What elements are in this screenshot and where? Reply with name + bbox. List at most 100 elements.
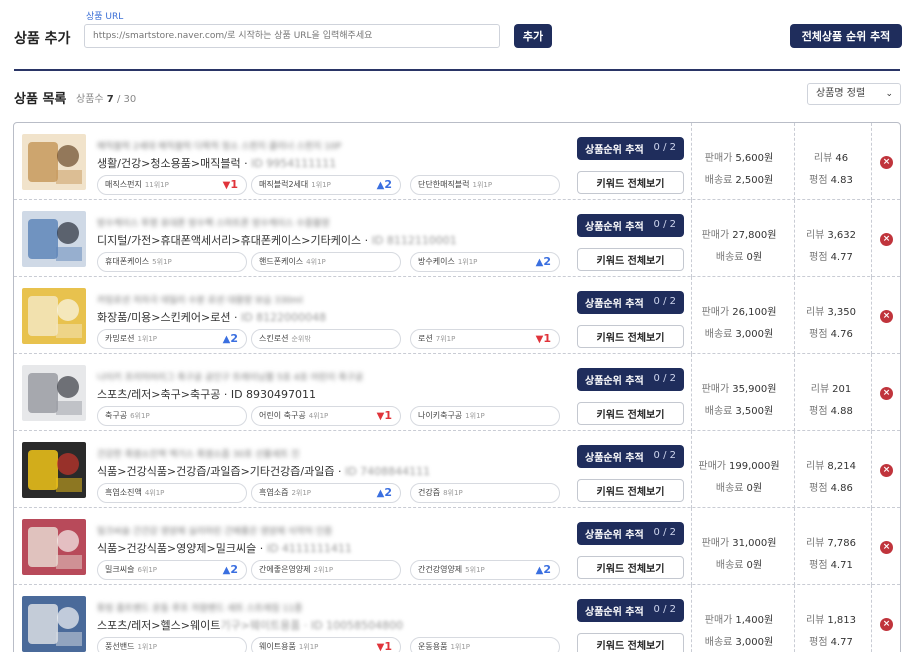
track-rank-button[interactable]: 상품순위 추적 0 / 2 — [577, 368, 684, 391]
track-rank-button[interactable]: 상품순위 추적 0 / 2 — [577, 137, 684, 160]
view-keywords-button[interactable]: 키워드 전체보기 — [577, 171, 684, 194]
track-rank-button[interactable]: 상품순위 추적 0 / 2 — [577, 291, 684, 314]
keyword-rank: 5위1P — [465, 566, 485, 574]
sort-select[interactable]: 상품명 정렬 ⌄ — [807, 83, 901, 105]
rating-label: 평점 — [809, 560, 828, 571]
column-divider — [871, 200, 872, 277]
view-keywords-button[interactable]: 키워드 전체보기 — [577, 479, 684, 502]
product-thumbnail[interactable] — [22, 365, 86, 421]
product-name[interactable]: 튜빙 홈트밴드 운동 루프 저항밴드 세트 스트레칭 11종 — [97, 601, 497, 613]
add-product-section: 상품 추가 상품 URL 추가 전체상품 순위 추적 — [0, 0, 908, 70]
keyword-name: 나이키축구공 — [418, 411, 463, 420]
shipping-value: 2,500원 — [735, 175, 774, 186]
sale-price: 판매가 31,000원 — [696, 534, 782, 549]
product-name[interactable]: 매직블럭 2세대 매직블럭 다목적 청소 스펀지 클리너 스펀지 10P — [97, 139, 497, 151]
delete-icon[interactable]: × — [880, 464, 893, 477]
keyword-chip[interactable]: 어린이 축구공 4위1P ▼1 — [251, 406, 401, 426]
rank-change: ▼1 — [536, 330, 551, 349]
keyword-chip[interactable]: 매직스펀지 11위1P ▼1 — [97, 175, 247, 195]
product-name[interactable]: 나이키 프리미어리그 축구공 공인구 트레이닝볼 5호 4호 어린이 축구공 — [97, 370, 497, 382]
track-progress: 0 / 2 — [653, 142, 676, 153]
keyword-chip[interactable]: 운동용품 1위1P — [410, 637, 560, 652]
delete-icon[interactable]: × — [880, 156, 893, 169]
sale-price: 판매가 199,000원 — [696, 457, 782, 472]
track-rank-button[interactable]: 상품순위 추적 0 / 2 — [577, 599, 684, 622]
product-row: 방수케이스 투명 휴대폰 방수팩 스마트폰 방수케이스 수중촬영 디지털/가전>휴… — [14, 200, 900, 277]
rating: 평점 4.86 — [796, 479, 866, 494]
track-rank-button[interactable]: 상품순위 추적 0 / 2 — [577, 214, 684, 237]
product-thumbnail[interactable] — [22, 288, 86, 344]
keyword-chip[interactable]: 건강즙 8위1P — [410, 483, 560, 503]
sale-price: 판매가 1,400원 — [696, 611, 782, 626]
review-label: 리뷰 — [805, 230, 825, 241]
review-count: 리뷰 1,813 — [796, 611, 866, 626]
view-keywords-button[interactable]: 키워드 전체보기 — [577, 556, 684, 579]
view-keywords-button[interactable]: 키워드 전체보기 — [577, 325, 684, 348]
keyword-chip[interactable]: 간에좋은영양제 2위1P — [251, 560, 401, 580]
view-keywords-button[interactable]: 키워드 전체보기 — [577, 402, 684, 425]
product-name[interactable]: 카밍로션 저자극 데일리 수분 로션 대용량 보습 330ml — [97, 293, 497, 305]
column-divider — [794, 508, 795, 585]
add-button[interactable]: 추가 — [514, 24, 552, 48]
product-thumbnail[interactable] — [22, 519, 86, 575]
keyword-name: 로션 — [418, 334, 433, 343]
keyword-chip[interactable]: 흑염소진액 4위1P — [97, 483, 247, 503]
delete-icon[interactable]: × — [880, 387, 893, 400]
keyword-chip[interactable]: 나이키축구공 1위1P — [410, 406, 560, 426]
keyword-chip[interactable]: 로션 7위1P ▼1 — [410, 329, 560, 349]
count-current: 7 — [106, 94, 114, 105]
product-url-input[interactable] — [84, 24, 500, 48]
keyword-chip[interactable]: 웨이트용품 1위1P ▼1 — [251, 637, 401, 652]
product-name[interactable]: 건강한 흑염소진액 엑기스 흑염소즙 30포 선물세트 진 — [97, 447, 497, 459]
category-path: 생활/건강>청소용품>매직블럭 · — [97, 157, 252, 170]
rating-value: 4.88 — [830, 406, 853, 417]
keyword-name: 핸드폰케이스 — [259, 257, 304, 266]
product-name[interactable]: 방수케이스 투명 휴대폰 방수팩 스마트폰 방수케이스 수중촬영 — [97, 216, 497, 228]
review-value: 46 — [835, 153, 849, 164]
view-keywords-button[interactable]: 키워드 전체보기 — [577, 248, 684, 271]
keyword-chip[interactable]: 축구공 6위1P — [97, 406, 247, 426]
product-thumbnail[interactable] — [22, 134, 86, 190]
review-count: 리뷰 201 — [796, 380, 866, 395]
keyword-chip[interactable]: 풍선밴드 1위1P — [97, 637, 247, 652]
column-divider — [691, 585, 692, 652]
sale-price: 판매가 5,600원 — [696, 149, 782, 164]
review-value: 8,214 — [827, 461, 857, 472]
shipping-fee: 배송료 3,500원 — [696, 402, 782, 417]
keyword-chip[interactable]: 카밍로션 1위1P ▲2 — [97, 329, 247, 349]
keyword-chip[interactable]: 방수케이스 1위1P ▲2 — [410, 252, 560, 272]
price-value: 199,000원 — [729, 461, 780, 472]
product-thumbnail[interactable] — [22, 442, 86, 498]
product-thumbnail[interactable] — [22, 211, 86, 267]
keyword-chip[interactable]: 흑염소즙 2위1P ▲2 — [251, 483, 401, 503]
track-rank-button[interactable]: 상품순위 추적 0 / 2 — [577, 445, 684, 468]
column-divider — [794, 277, 795, 354]
keyword-chip[interactable]: 핸드폰케이스 4위1P — [251, 252, 401, 272]
keyword-chip[interactable]: 스킨로션 순위밖 — [251, 329, 401, 349]
shipping-label: 배송료 — [715, 252, 744, 263]
track-all-button[interactable]: 전체상품 순위 추적 — [790, 24, 902, 48]
keyword-chip[interactable]: 간건강영양제 5위1P ▲2 — [410, 560, 560, 580]
keyword-chip[interactable]: 휴대폰케이스 5위1P — [97, 252, 247, 272]
product-category: 화장품/미용>스킨케어>로션 · ID 8122000048 — [97, 309, 326, 325]
track-progress: 0 / 2 — [653, 527, 676, 538]
price-label: 판매가 — [704, 153, 733, 164]
keyword-chip[interactable]: 매직블럭2세대 1위1P ▲2 — [251, 175, 401, 195]
product-thumbnail[interactable] — [22, 596, 86, 652]
keyword-chip[interactable]: 밀크씨슬 6위1P ▲2 — [97, 560, 247, 580]
product-row: 튜빙 홈트밴드 운동 루프 저항밴드 세트 스트레칭 11종 스포츠/레저>헬스>… — [14, 585, 900, 652]
delete-icon[interactable]: × — [880, 310, 893, 323]
delete-icon[interactable]: × — [880, 618, 893, 631]
track-progress: 0 / 2 — [653, 604, 676, 615]
rating: 평점 4.71 — [796, 556, 866, 571]
track-rank-button[interactable]: 상품순위 추적 0 / 2 — [577, 522, 684, 545]
shipping-fee: 배송료 2,500원 — [696, 171, 782, 186]
keyword-name: 축구공 — [105, 411, 128, 420]
delete-icon[interactable]: × — [880, 541, 893, 554]
view-keywords-button[interactable]: 키워드 전체보기 — [577, 633, 684, 652]
track-label: 상품순위 추적 — [585, 299, 644, 310]
keyword-chip[interactable]: 단단한매직블럭 1위1P — [410, 175, 560, 195]
product-name[interactable]: 밀크씨슬 간건강 영양제 실리마린 간에좋은 영양제 식약처 인증 — [97, 524, 497, 536]
shipping-value: 3,000원 — [735, 329, 774, 340]
delete-icon[interactable]: × — [880, 233, 893, 246]
